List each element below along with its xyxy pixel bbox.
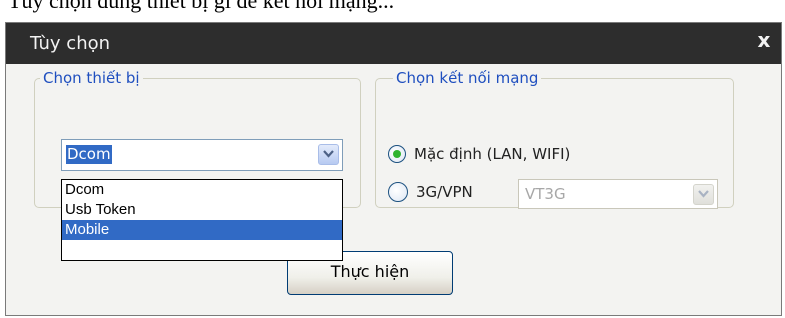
chevron-down-icon — [323, 150, 334, 158]
device-select[interactable]: Dcom — [61, 139, 343, 171]
radio-3g-vpn[interactable] — [388, 182, 408, 202]
background-document-text: Tùy chọn dùng thiết bị gì để kết nối mạn… — [0, 0, 785, 20]
network-group-label: Chọn kết nối mạng — [393, 69, 542, 87]
device-dropdown-button[interactable] — [318, 144, 339, 165]
device-group-label: Chọn thiết bị — [40, 69, 143, 87]
chevron-down-icon — [698, 190, 709, 198]
device-options-list: Dcom Usb Token Mobile — [61, 179, 343, 261]
vpn-select: VT3G — [518, 179, 718, 209]
radio-3g-vpn-label: 3G/VPN — [416, 183, 473, 201]
dialog-title: Tùy chọn — [30, 33, 111, 54]
device-option-mobile[interactable]: Mobile — [62, 220, 342, 240]
radio-option-3g-vpn[interactable]: 3G/VPN — [388, 181, 473, 203]
dialog-titlebar[interactable]: Tùy chọn x — [6, 23, 781, 64]
vpn-select-value: VT3G — [525, 185, 566, 203]
device-option-usb-token[interactable]: Usb Token — [62, 200, 342, 220]
device-select-value: Dcom — [66, 145, 112, 164]
radio-default-label: Mặc định (LAN, WIFI) — [414, 145, 571, 163]
close-button[interactable]: x — [753, 29, 775, 51]
radio-option-default[interactable]: Mặc định (LAN, WIFI) — [388, 143, 570, 165]
device-option-dcom[interactable]: Dcom — [62, 180, 342, 200]
radio-default-lan-wifi[interactable] — [388, 145, 406, 163]
vpn-dropdown-button — [693, 184, 714, 205]
